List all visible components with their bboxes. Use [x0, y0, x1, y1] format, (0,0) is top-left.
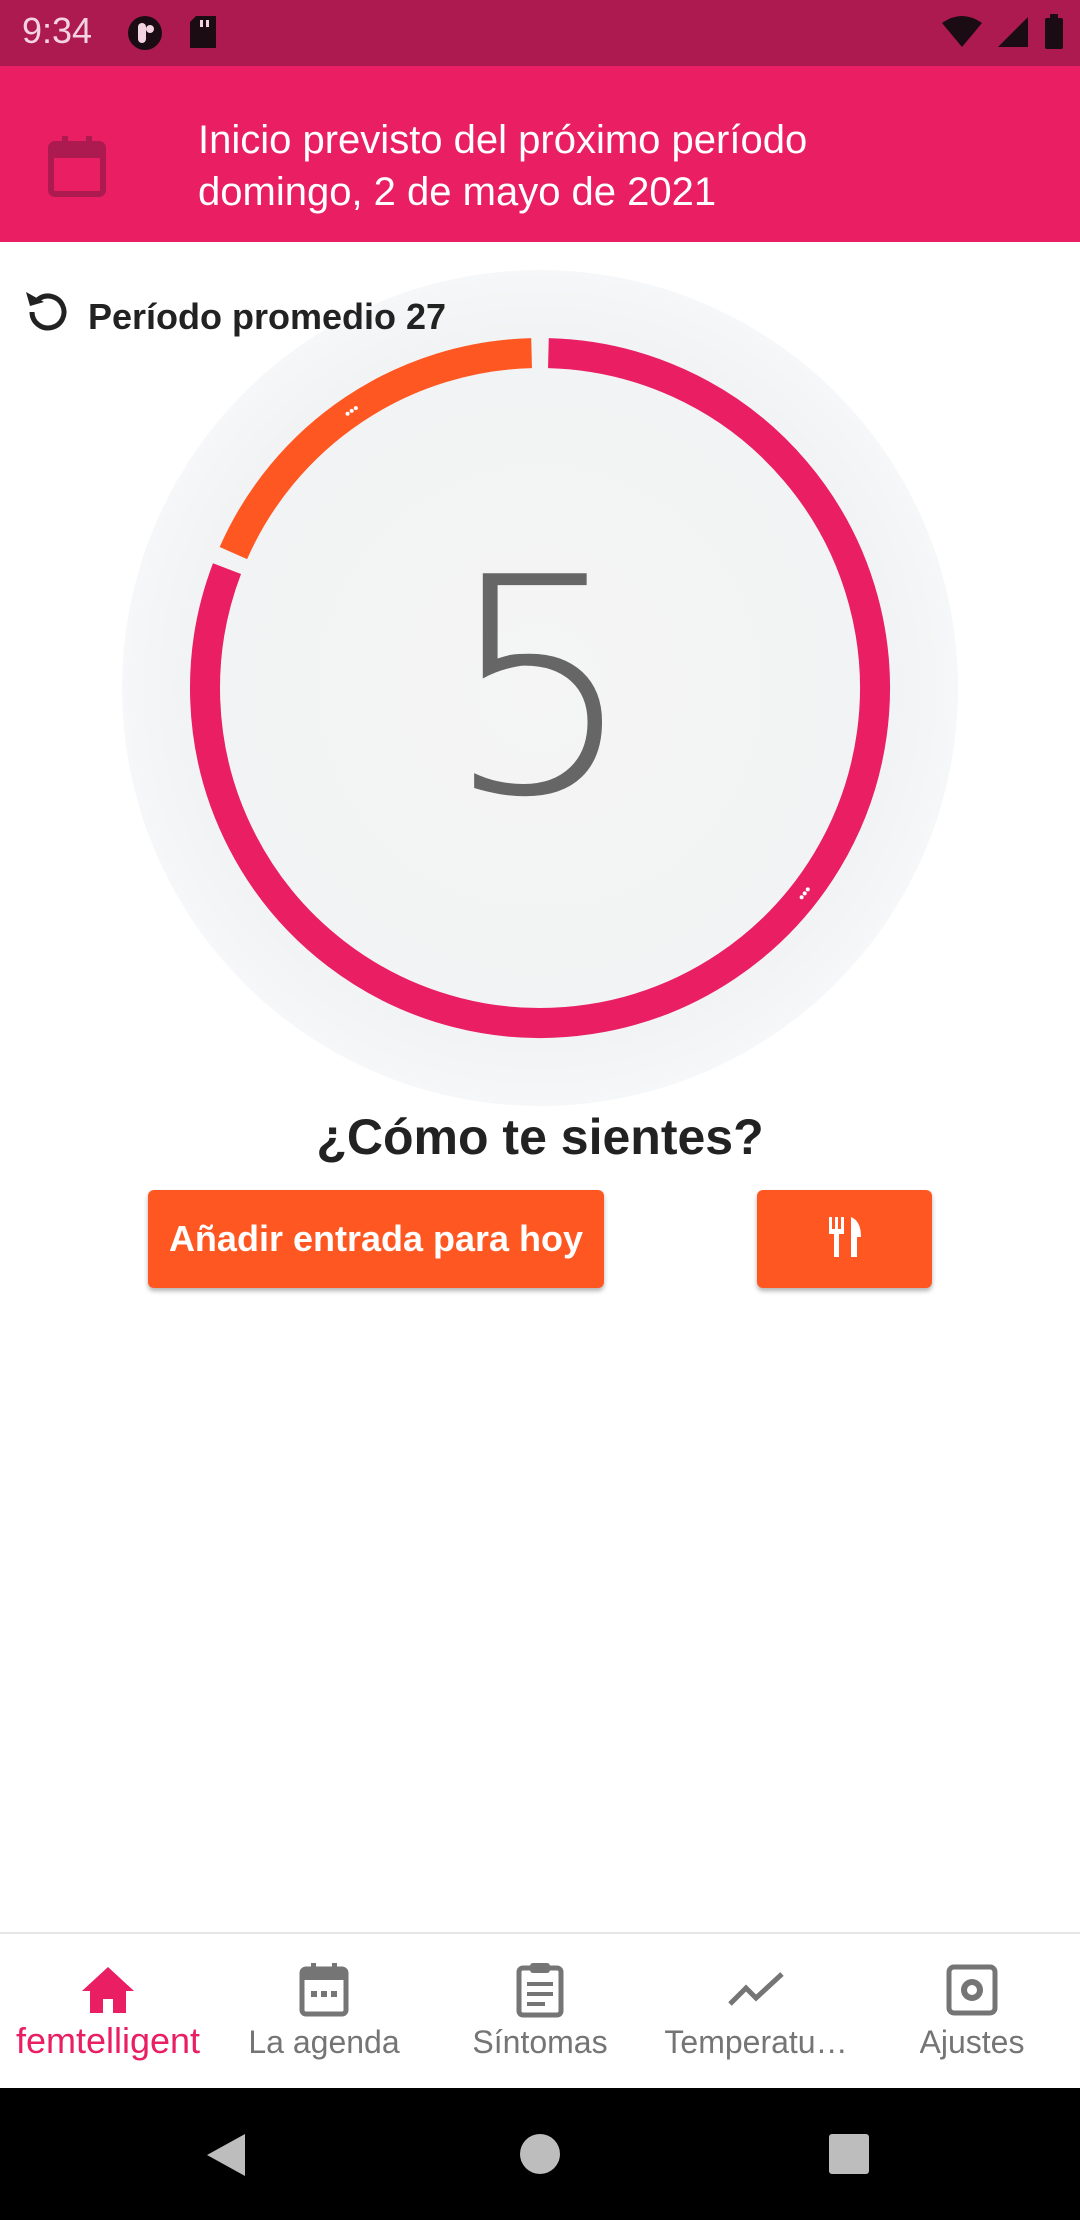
home-icon	[80, 1962, 136, 2018]
status-icons-right	[942, 14, 1064, 55]
nav-label-home: femtelligent	[15, 2020, 201, 2061]
opera-icon	[126, 14, 164, 57]
sd-card-icon	[188, 14, 218, 57]
main-content: 5 Período promedio 27 ¿Cómo te sientes? …	[0, 242, 1080, 1932]
system-navigation-bar	[0, 2088, 1080, 2220]
back-icon[interactable]	[205, 2132, 247, 2183]
status-bar: 9:34	[0, 0, 1080, 66]
battery-icon	[1044, 14, 1064, 55]
nav-label-settings: Ajustes	[919, 2024, 1025, 2060]
status-icons-left	[126, 14, 218, 57]
nav-item-agenda[interactable]: La agenda	[216, 1934, 432, 2090]
add-entry-button[interactable]: Añadir entrada para hoy	[148, 1190, 604, 1288]
calendar-icon	[48, 136, 106, 203]
next-period-text: Inicio previsto del próximo período domi…	[198, 114, 807, 218]
nav-label-agenda: La agenda	[248, 2024, 400, 2060]
nav-item-symptoms[interactable]: Síntomas	[432, 1934, 648, 2090]
signal-icon	[996, 15, 1030, 54]
status-time: 9:34	[22, 10, 93, 51]
trend-icon	[728, 1962, 784, 2018]
mood-question: ¿Cómo te sientes?	[316, 1109, 764, 1165]
nav-label-symptoms: Síntomas	[472, 2024, 608, 2060]
nav-item-temperature[interactable]: Temperatu…	[648, 1934, 864, 2090]
next-period-date: domingo, 2 de mayo de 2021	[198, 170, 717, 214]
current-cycle-day: 5	[444, 513, 636, 863]
settings-icon	[946, 1962, 998, 2018]
nav-item-home[interactable]: femtelligent	[0, 1934, 216, 2090]
cycle-ring[interactable]: 5	[120, 268, 960, 1108]
average-period: Período promedio 27	[22, 286, 446, 347]
next-period-title: Inicio previsto del próximo período	[198, 118, 808, 162]
average-period-label: Período promedio 27	[88, 295, 447, 337]
recents-icon[interactable]	[829, 2134, 869, 2179]
calendar-icon	[299, 1962, 349, 2018]
food-button[interactable]	[757, 1190, 932, 1288]
nav-item-settings[interactable]: Ajustes	[864, 1934, 1080, 2090]
fork-knife-icon	[827, 1216, 863, 1262]
clipboard-icon	[516, 1962, 564, 2018]
next-period-header[interactable]: Inicio previsto del próximo período domi…	[0, 66, 1080, 242]
nav-label-temperature: Temperatu…	[664, 2024, 848, 2060]
refresh-icon	[22, 286, 70, 347]
home-circle-icon[interactable]	[519, 2133, 561, 2180]
wifi-icon	[942, 15, 982, 54]
bottom-navigation: femtelligent La agenda Síntomas Temperat…	[0, 1932, 1080, 2088]
